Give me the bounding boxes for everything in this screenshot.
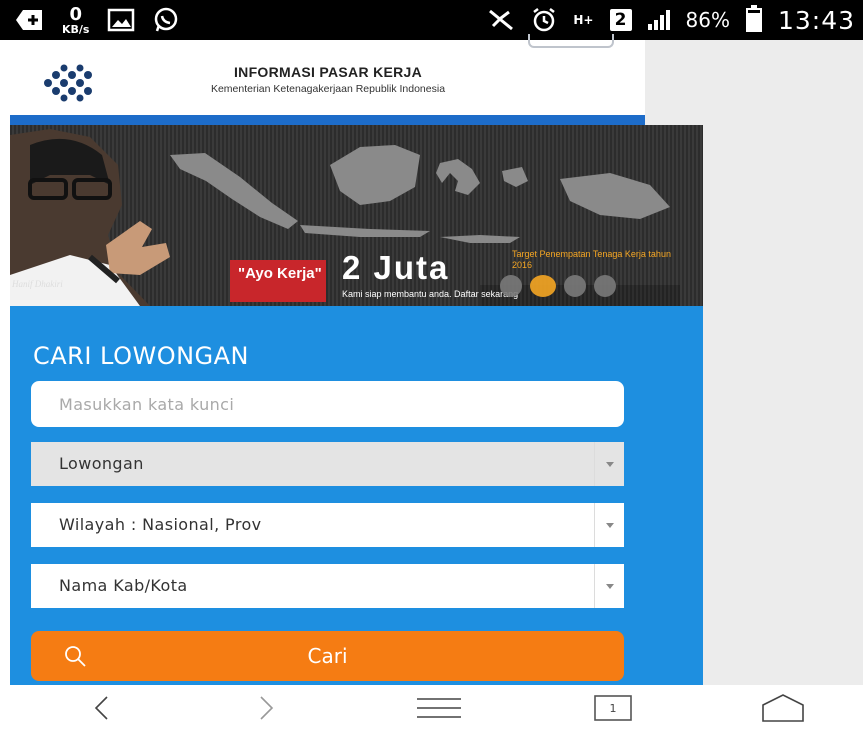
city-select[interactable]: Nama Kab/Kota [31,564,624,608]
clock: 13:43 [777,5,855,35]
web-page: INFORMASI PASAR KERJA Kementerian Ketena… [0,34,863,685]
image-icon [107,8,135,32]
sim-slot: 2 [609,9,632,31]
banner-slogan: "Ayo Kerja" [230,260,326,302]
battery-percent: 86% [685,8,730,32]
network-speed-unit: KB/s [62,22,90,36]
nav-strip [10,115,645,125]
chevron-down-icon [594,564,624,608]
job-type-select[interactable]: Lowongan [31,442,624,486]
search-button-label: Cari [307,644,348,668]
banner-target-text: Target Penempatan Tenaga Kerja tahun 201… [512,249,671,270]
search-panel: CARI LOWONGAN Lowongan Wilayah : Nasiona… [10,306,703,685]
plus-box-icon [14,7,44,33]
battery-icon [745,5,762,32]
network-speed: 0 KB/s [62,3,90,36]
chevron-down-icon [594,503,624,547]
tab-count: 1 [609,701,617,715]
ministry-logo[interactable] [40,64,96,102]
carousel-dot[interactable] [594,275,616,297]
region-select[interactable]: Wilayah : Nasional, Prov [31,503,624,547]
carousel-dot[interactable] [564,275,586,297]
back-icon[interactable] [86,691,116,725]
forward-icon[interactable] [252,691,282,725]
region-value: Wilayah : Nasional, Prov [59,515,262,534]
home-icon[interactable] [760,691,806,725]
header-toggle[interactable] [528,34,614,48]
network-speed-value: 0 [69,3,82,25]
banner-headline: 2 Juta [342,249,450,286]
chevron-down-icon [594,442,624,486]
banner-tagline: Kami siap membantu anda. Daftar sekarang [342,289,519,299]
banner-credit: Hanif Dhakiri [12,279,63,289]
carousel-dot-active[interactable] [530,275,556,297]
network-type: H+ [573,13,594,27]
mute-icon [487,8,515,32]
whatsapp-icon [153,7,179,33]
site-title-main: INFORMASI PASAR KERJA [233,64,423,80]
alarm-icon [531,7,557,33]
city-value: Nama Kab/Kota [59,576,188,595]
site-title: INFORMASI PASAR KERJA Kementerian Ketena… [128,64,528,95]
browser-bottom-nav: 1 [0,685,863,731]
signal-icon [647,10,670,30]
site-header: INFORMASI PASAR KERJA Kementerian Ketena… [0,34,645,125]
promo-banner[interactable]: Hanif Dhakiri "Ayo Kerja" 2 Juta Target … [10,125,703,306]
search-title: CARI LOWONGAN [33,342,250,370]
keyword-input[interactable] [31,381,624,427]
carousel-dot[interactable] [500,275,522,297]
job-type-value: Lowongan [59,454,144,473]
search-button[interactable]: Cari [31,631,624,681]
site-title-sub: Kementerian Ketenagakerjaan Republik Ind… [210,83,446,95]
menu-icon[interactable] [417,691,461,725]
tabs-button[interactable]: 1 [594,691,632,725]
carousel-dots [500,275,616,297]
status-bar: 0 KB/s H+ 2 86% 13:43 [0,0,863,40]
